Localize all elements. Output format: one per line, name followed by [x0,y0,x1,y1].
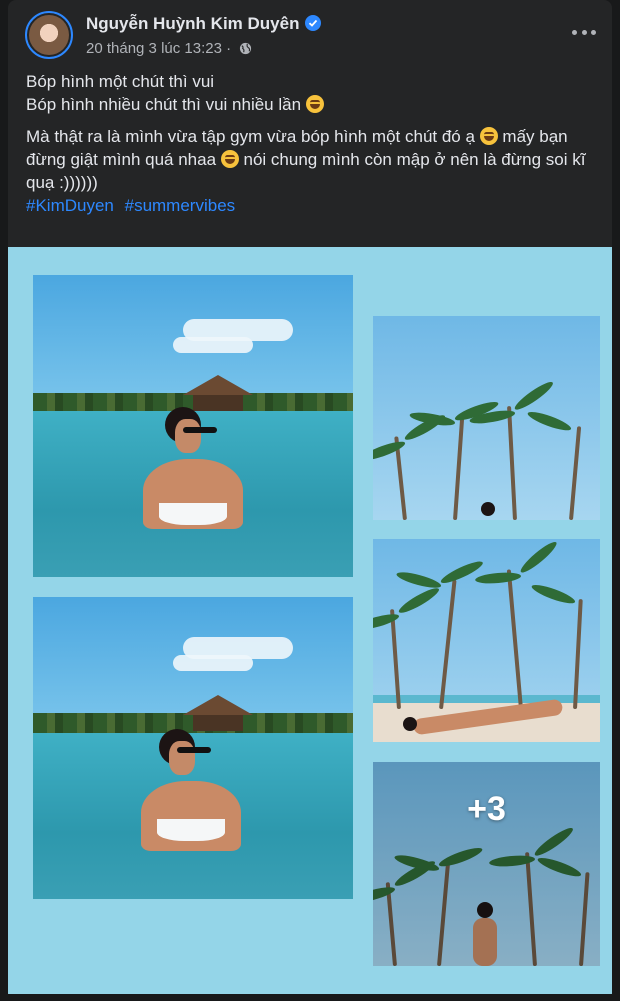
beach-photo-1[interactable] [373,316,600,520]
more-photos-overlay[interactable]: +3 [373,762,600,966]
more-options-icon[interactable] [572,22,596,42]
post-text-line-1: Bóp hình một chút thì vui [26,72,215,91]
page-bottom-strip [0,994,620,1001]
grin-sweat-emoji-icon [220,150,239,168]
pool-photo-2[interactable] [33,597,353,899]
author-name[interactable]: Nguyễn Huỳnh Kim Duyên [86,14,299,33]
globe-icon [239,42,252,59]
hashtag-kimduyen[interactable]: #KimDuyen [26,196,114,215]
author-name-row: Nguyễn Huỳnh Kim Duyên [86,14,322,34]
post-text-paragraph-2: Mà thật ra là mình vừa tập gym vừa bóp h… [26,127,586,192]
photo-grid: +3 [8,247,612,1001]
post-meta: 20 tháng 3 lúc 13:23 · [86,40,252,59]
hashtag-summervibes[interactable]: #summervibes [125,196,236,215]
hashtags: #KimDuyen #summervibes [26,194,596,217]
verified-badge-icon [305,15,322,31]
beach-photo-3[interactable]: +3 [373,762,600,966]
beach-photo-2[interactable] [373,539,600,742]
avatar-image [29,15,69,55]
rofl-emoji-icon [479,127,498,145]
meta-separator: · [226,40,232,57]
post-timestamp[interactable]: 20 tháng 3 lúc 13:23 [86,40,222,57]
post-header: Nguyễn Huỳnh Kim Duyên 20 tháng 3 lúc 13… [8,0,612,60]
rofl-emoji-icon [305,95,324,113]
more-photos-count: +3 [467,789,506,828]
pool-photo-1[interactable] [33,275,353,577]
post-card: Nguyễn Huỳnh Kim Duyên 20 tháng 3 lúc 13… [8,0,612,1001]
author-avatar[interactable] [25,11,73,59]
post-text: Bóp hình một chút thì vui Bóp hình nhiều… [26,70,596,217]
post-text-line-2: Bóp hình nhiều chút thì vui nhiều lần [26,93,596,116]
